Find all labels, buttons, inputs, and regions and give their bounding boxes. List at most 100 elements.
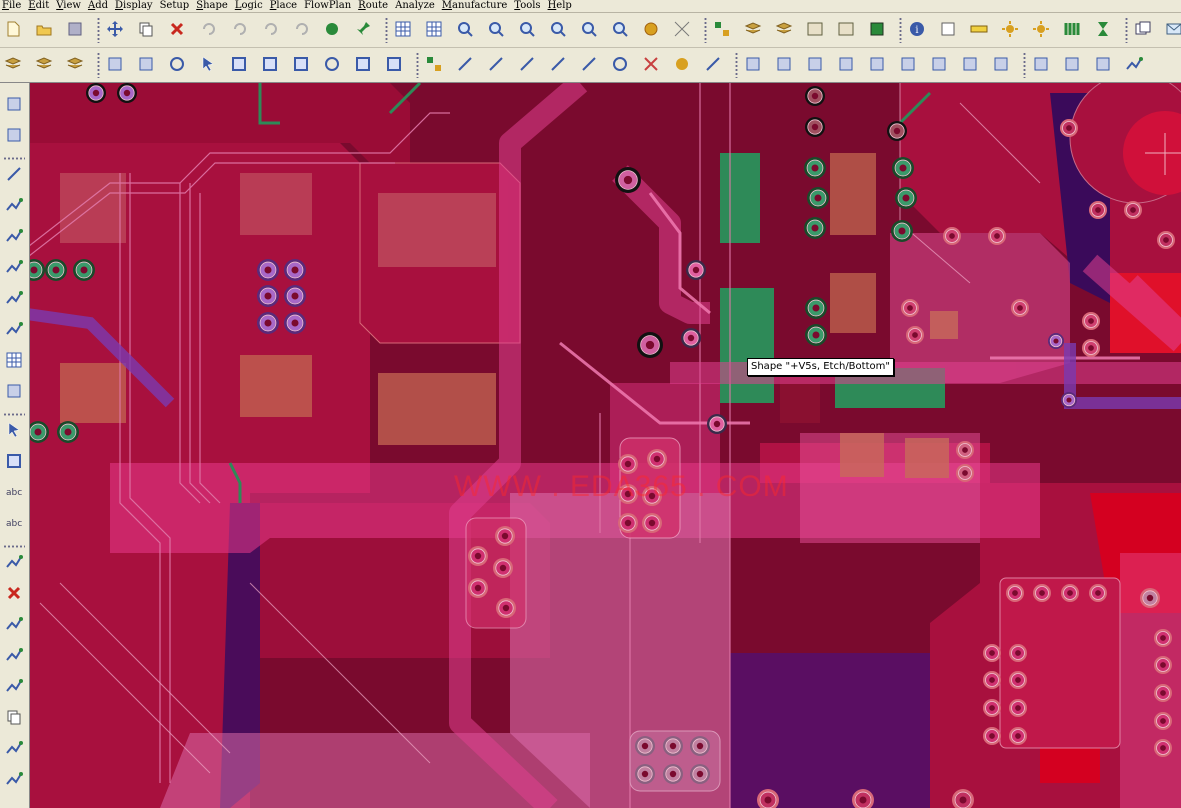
via-pad[interactable] [805, 324, 827, 346]
zoom-world-icon[interactable] [547, 18, 569, 40]
slope-icon[interactable] [702, 53, 724, 75]
book-icon[interactable] [1030, 53, 1052, 75]
via-pad[interactable] [468, 578, 488, 598]
via-pad[interactable] [1154, 684, 1172, 702]
new-file-icon[interactable] [2, 18, 24, 40]
menu-setup[interactable]: Setup [158, 0, 195, 12]
etch-layer-alt-icon[interactable] [33, 53, 55, 75]
via-pad[interactable] [983, 727, 1001, 745]
wrench-icon[interactable] [804, 53, 826, 75]
via-pad[interactable] [1011, 299, 1029, 317]
via-pad[interactable] [618, 513, 638, 533]
tag-icon[interactable] [959, 53, 981, 75]
dim-chain-icon[interactable] [516, 53, 538, 75]
via-pad[interactable] [805, 86, 825, 106]
rats-net-icon[interactable] [671, 18, 693, 40]
redo-next-icon[interactable] [290, 18, 312, 40]
via-pad[interactable] [1009, 644, 1027, 662]
layer-stack-icon[interactable] [742, 18, 764, 40]
via-pad[interactable] [1089, 584, 1107, 602]
pcb-layout[interactable] [30, 83, 1181, 808]
via-pad[interactable] [707, 414, 727, 434]
via-pad[interactable] [73, 259, 95, 281]
cross-icon[interactable] [640, 53, 662, 75]
via-pad[interactable] [1048, 333, 1064, 349]
via-pad[interactable] [257, 285, 279, 307]
text-edit-icon[interactable]: abc [3, 512, 25, 534]
menu-tools[interactable]: Tools [512, 0, 545, 12]
add-connect-icon[interactable] [104, 53, 126, 75]
rename-icon[interactable] [866, 53, 888, 75]
via-pad[interactable] [1082, 312, 1100, 330]
via-pad[interactable] [663, 764, 683, 784]
menu-help[interactable]: Help [546, 0, 577, 12]
panel-icon[interactable] [773, 53, 795, 75]
rect-icon[interactable] [3, 450, 25, 472]
route-copy-icon[interactable] [3, 706, 25, 728]
zoom-fit-icon[interactable] [454, 18, 476, 40]
via-pad[interactable] [257, 312, 279, 334]
menu-view[interactable]: View [54, 0, 86, 12]
check-icon[interactable] [1092, 53, 1114, 75]
redo-last-icon[interactable] [259, 18, 281, 40]
fanout-icon[interactable] [3, 225, 25, 247]
zoom-out-icon[interactable] [516, 18, 538, 40]
via-pad[interactable] [57, 421, 79, 443]
delete-icon[interactable] [166, 18, 188, 40]
via-pad[interactable] [284, 312, 306, 334]
via-pad[interactable] [1154, 739, 1172, 757]
menu-place[interactable]: Place [268, 0, 302, 12]
route-delete-icon[interactable] [3, 582, 25, 604]
grid-icon[interactable] [392, 18, 414, 40]
via-pad[interactable] [635, 764, 655, 784]
db-icon[interactable] [1061, 53, 1083, 75]
via-pad[interactable] [1006, 584, 1024, 602]
shape-void-icon[interactable] [352, 53, 374, 75]
via-pad[interactable] [891, 220, 913, 242]
via-pad[interactable] [257, 259, 279, 281]
via-pad[interactable] [1033, 584, 1051, 602]
via-pad[interactable] [686, 260, 706, 280]
save-icon[interactable] [64, 18, 86, 40]
circle-icon[interactable] [166, 53, 188, 75]
select-icon[interactable] [197, 53, 219, 75]
via-pad[interactable] [468, 546, 488, 566]
zoom-in-icon[interactable] [485, 18, 507, 40]
shape-arc-icon[interactable] [259, 53, 281, 75]
via-pad[interactable] [663, 736, 683, 756]
dim-vertical-icon[interactable] [454, 53, 476, 75]
route-icon[interactable] [1123, 53, 1145, 75]
via-pad[interactable] [618, 454, 638, 474]
copy-icon[interactable] [135, 18, 157, 40]
redo-icon[interactable] [228, 18, 250, 40]
add-line-icon[interactable] [3, 163, 25, 185]
via-pad[interactable] [892, 157, 914, 179]
via-pad[interactable] [493, 558, 513, 578]
route-auto-icon[interactable] [3, 675, 25, 697]
line-icon[interactable] [578, 53, 600, 75]
board-3d-icon[interactable] [866, 18, 888, 40]
route-bend-icon[interactable] [3, 737, 25, 759]
via-pad[interactable] [895, 187, 917, 209]
tune-icon[interactable] [3, 287, 25, 309]
via-pad[interactable] [681, 328, 701, 348]
via-pad[interactable] [618, 484, 638, 504]
via-pad[interactable] [983, 699, 1001, 717]
via-pad[interactable] [690, 736, 710, 756]
via-pad[interactable] [1089, 201, 1107, 219]
route-end-icon[interactable] [3, 768, 25, 790]
glossing-icon[interactable] [3, 318, 25, 340]
via-pad[interactable] [1061, 584, 1079, 602]
menu-logic[interactable]: Logic [233, 0, 268, 12]
via-pad[interactable] [956, 441, 974, 459]
via-pad[interactable] [284, 259, 306, 281]
open-folder-icon[interactable] [33, 18, 55, 40]
mail-icon[interactable] [1163, 18, 1181, 40]
via-pad[interactable] [1140, 588, 1160, 608]
color-bar-icon[interactable] [1061, 18, 1083, 40]
window-icon[interactable] [1132, 18, 1154, 40]
menu-file[interactable]: File [0, 0, 26, 12]
emi-icon[interactable] [804, 18, 826, 40]
menu-add[interactable]: Add [86, 0, 113, 12]
menu-manufacture[interactable]: Manufacture [440, 0, 513, 12]
